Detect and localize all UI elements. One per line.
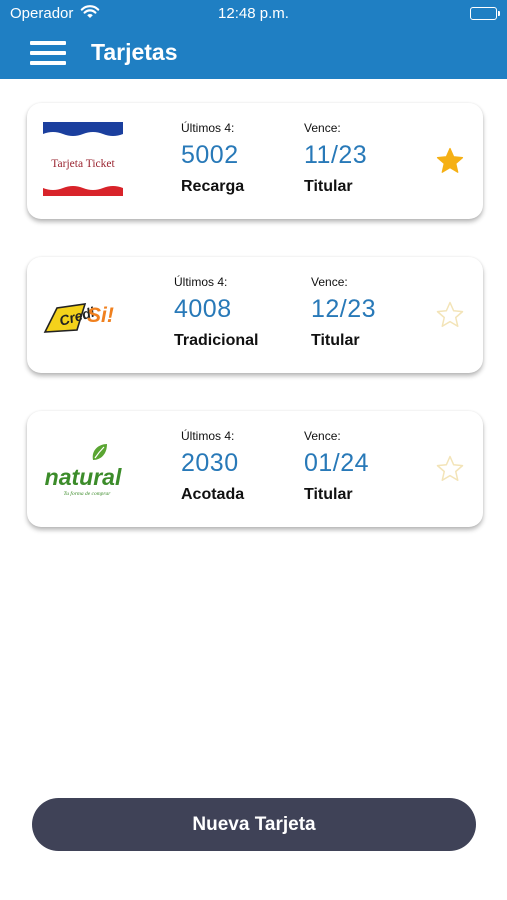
tarjeta-ticket-logo: Tarjeta Ticket xyxy=(41,120,125,204)
last4-label: Últimos 4: xyxy=(181,429,235,443)
last4-value: 2030 xyxy=(181,449,239,477)
card-type: Tradicional xyxy=(174,332,259,349)
card-item[interactable]: Credi Si! Últimos 4: 4008 Tradicional Ve… xyxy=(27,257,483,373)
battery-icon xyxy=(470,7,500,20)
tarjeta-ticket-logo-text: Tarjeta Ticket xyxy=(51,158,115,170)
card-item[interactable]: Tarjeta Ticket Últimos 4: 5002 Recarga V… xyxy=(27,103,483,219)
hamburger-menu-icon[interactable] xyxy=(30,40,66,66)
status-bar: Operador 12:48 p.m. xyxy=(0,0,507,28)
expiry-column: Vence: 01/24 Titular xyxy=(304,429,369,504)
clock: 12:48 p.m. xyxy=(218,5,289,22)
last4-value: 4008 xyxy=(174,295,232,323)
expiry-value: 01/24 xyxy=(304,449,370,477)
expiry-label: Vence: xyxy=(304,121,341,135)
last4-column: Últimos 4: 5002 Recarga xyxy=(181,121,244,196)
favorite-star-icon[interactable] xyxy=(435,300,465,330)
card-item[interactable]: natural Tu forma de comprar Últimos 4: 2… xyxy=(27,411,483,527)
expiry-value: 11/23 xyxy=(304,141,368,169)
holder-type: Titular xyxy=(311,332,360,349)
page-title: Tarjetas xyxy=(91,39,178,65)
last4-label: Últimos 4: xyxy=(174,275,228,289)
favorite-star-icon[interactable] xyxy=(435,454,465,484)
expiry-column: Vence: 12/23 Titular xyxy=(311,275,376,350)
natural-logo-text: natural xyxy=(45,464,122,490)
last4-label: Últimos 4: xyxy=(181,121,235,135)
last4-column: Últimos 4: 2030 Acotada xyxy=(181,429,244,504)
expiry-label: Vence: xyxy=(311,275,348,289)
expiry-column: Vence: 11/23 Titular xyxy=(304,121,367,196)
new-card-button[interactable]: Nueva Tarjeta xyxy=(32,798,476,851)
last4-column: Últimos 4: 4008 Tradicional xyxy=(174,275,258,350)
last4-value: 5002 xyxy=(181,141,239,169)
natural-logo-tagline: Tu forma de comprar xyxy=(64,490,112,497)
nav-bar: Tarjetas xyxy=(0,28,507,79)
card-type: Acotada xyxy=(181,486,245,503)
card-type: Recarga xyxy=(181,178,245,195)
natural-logo: natural Tu forma de comprar xyxy=(41,428,125,512)
expiry-label: Vence: xyxy=(304,429,341,443)
favorite-star-icon[interactable] xyxy=(435,146,465,176)
credisi-logo: Credi Si! xyxy=(41,274,125,358)
holder-type: Titular xyxy=(304,178,353,195)
svg-text:Si!: Si! xyxy=(87,304,114,327)
holder-type: Titular xyxy=(304,486,353,503)
expiry-value: 12/23 xyxy=(311,295,377,323)
